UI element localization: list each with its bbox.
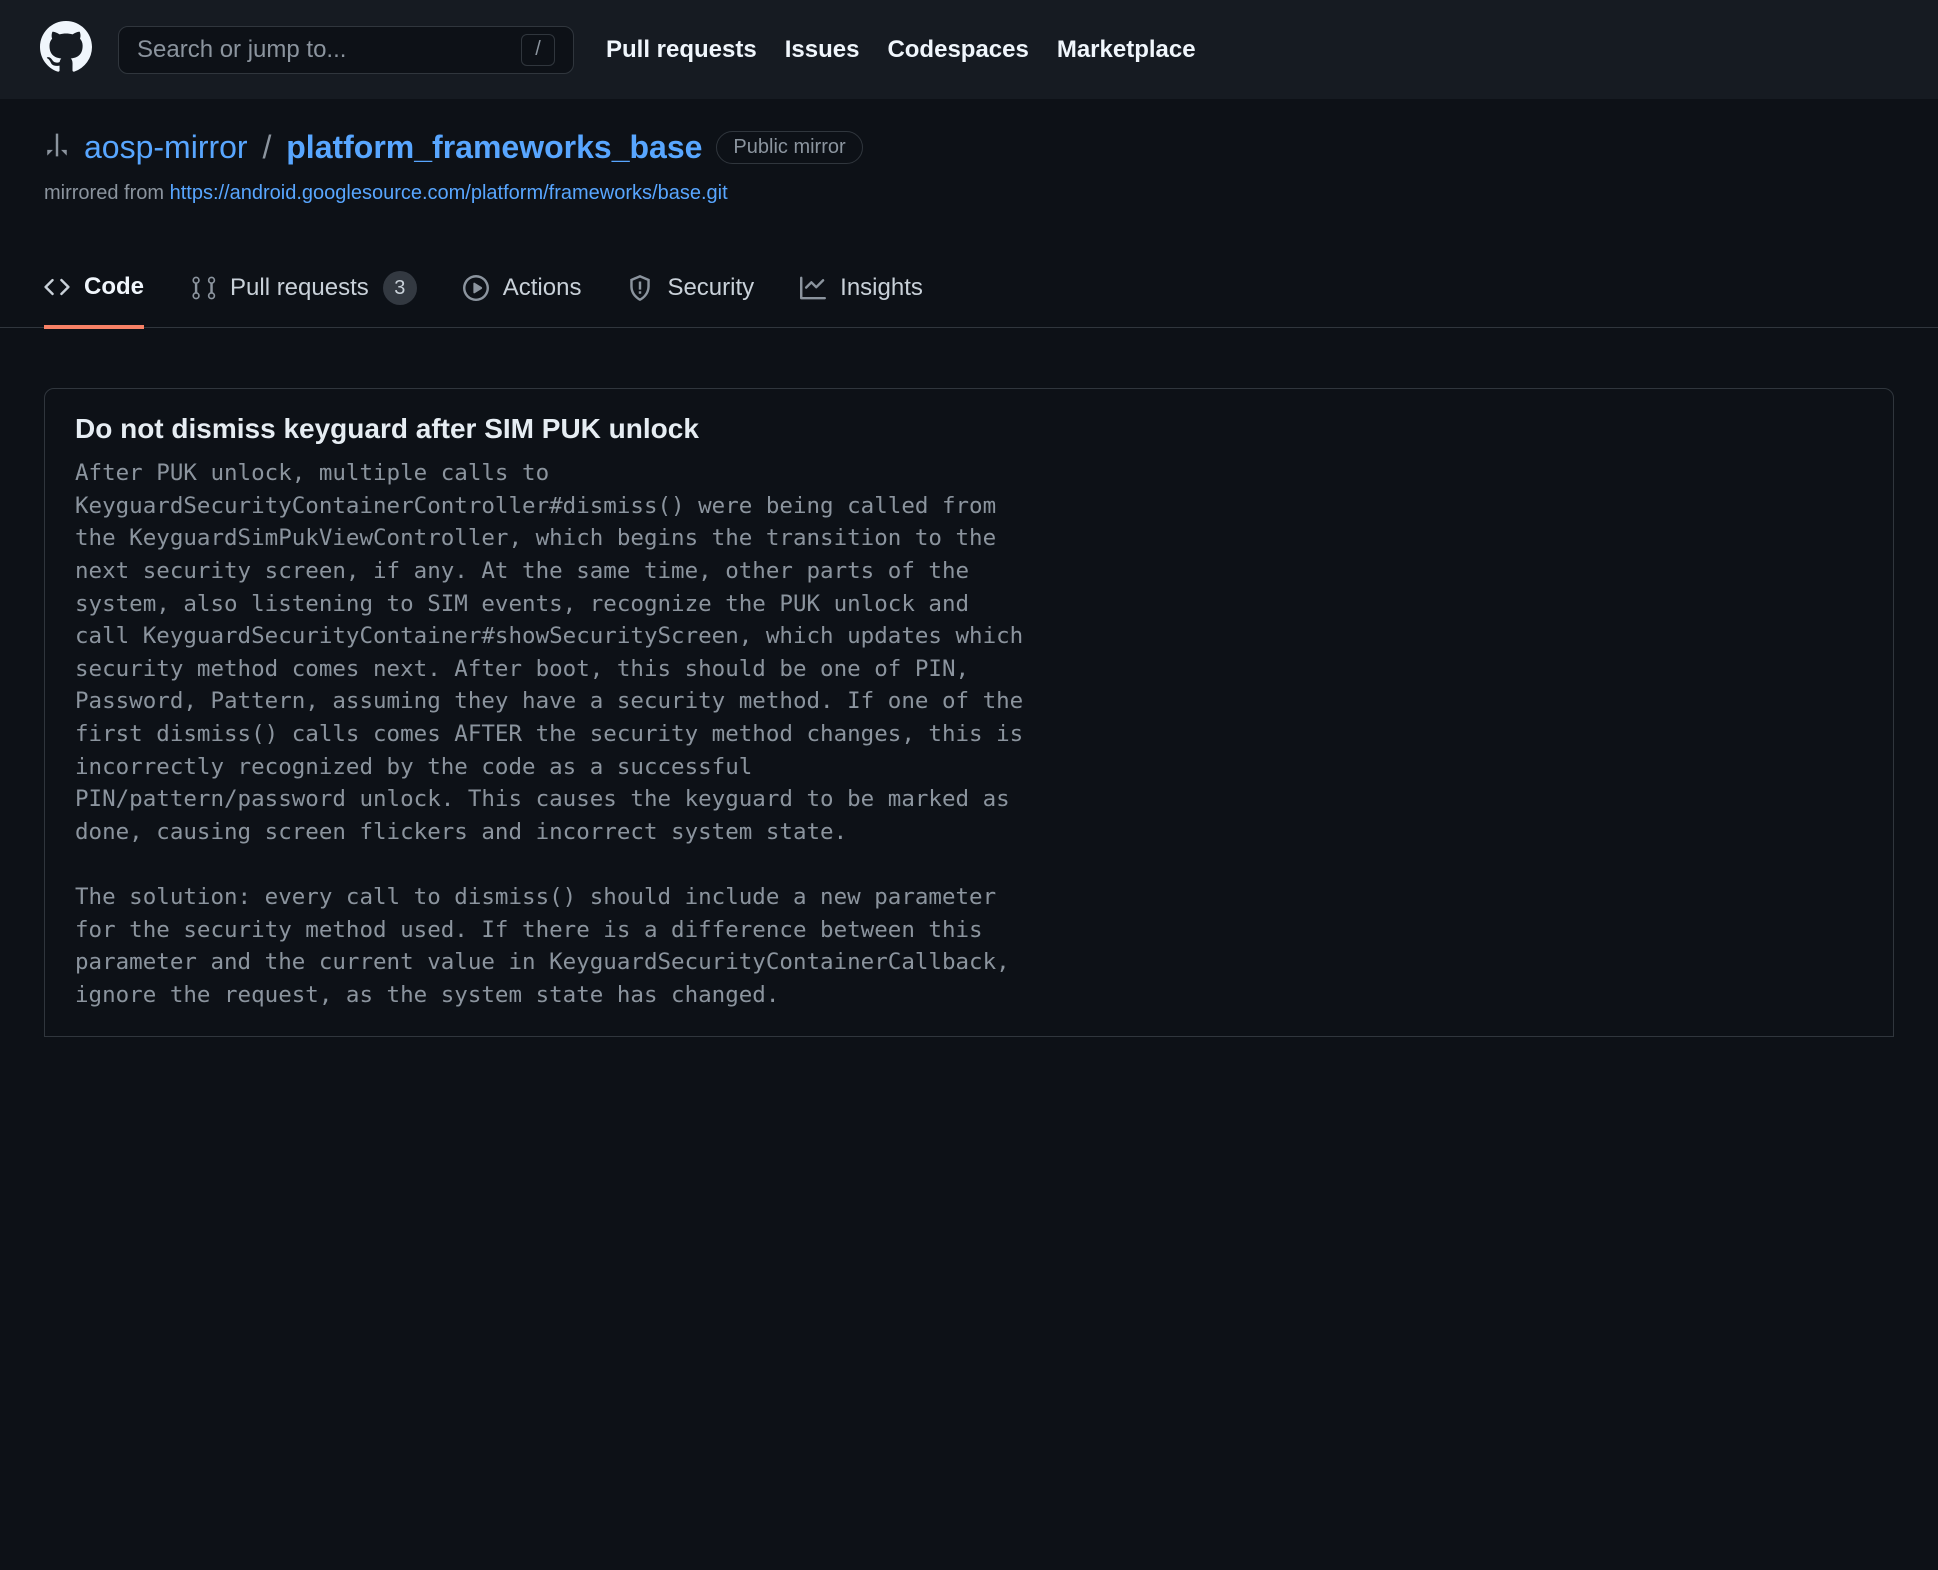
pull-request-icon — [190, 275, 216, 301]
repo-name-link[interactable]: platform_frameworks_base — [286, 129, 702, 165]
mirror-icon — [44, 132, 70, 163]
nav-pull-requests[interactable]: Pull requests — [606, 36, 757, 64]
nav-marketplace[interactable]: Marketplace — [1057, 36, 1196, 64]
repo-header: aosp-mirror / platform_frameworks_base P… — [0, 99, 1938, 205]
repo-title-row: aosp-mirror / platform_frameworks_base P… — [44, 129, 1894, 166]
search-placeholder: Search or jump to... — [137, 36, 346, 64]
search-hotkey: / — [521, 34, 555, 66]
pulls-counter: 3 — [383, 271, 417, 305]
nav-issues[interactable]: Issues — [785, 36, 860, 64]
tab-code[interactable]: Code — [44, 257, 144, 329]
global-nav: Pull requests Issues Codespaces Marketpl… — [606, 36, 1196, 64]
code-icon — [44, 274, 70, 300]
play-icon — [463, 275, 489, 301]
repo-tabs: Code Pull requests 3 Actions Security In… — [0, 257, 1938, 328]
global-header: Search or jump to... / Pull requests Iss… — [0, 0, 1938, 99]
tab-security[interactable]: Security — [627, 257, 754, 327]
tab-security-label: Security — [667, 274, 754, 302]
visibility-badge: Public mirror — [716, 131, 862, 164]
commit-details: Do not dismiss keyguard after SIM PUK un… — [44, 388, 1894, 1037]
mirror-info: mirrored from https://android.googlesour… — [44, 182, 1894, 205]
commit-body: After PUK unlock, multiple calls to Keyg… — [75, 457, 1863, 1012]
graph-icon — [800, 275, 826, 301]
tab-actions-label: Actions — [503, 274, 582, 302]
github-logo[interactable] — [40, 21, 92, 78]
mirror-url-link[interactable]: https://android.googlesource.com/platfor… — [170, 182, 728, 204]
commit-title: Do not dismiss keyguard after SIM PUK un… — [75, 413, 1863, 445]
tab-pull-requests[interactable]: Pull requests 3 — [190, 257, 417, 327]
tab-code-label: Code — [84, 273, 144, 301]
repo-owner-link[interactable]: aosp-mirror — [84, 129, 248, 165]
repo-slash: / — [262, 129, 271, 165]
tab-pulls-label: Pull requests — [230, 274, 369, 302]
mirror-prefix: mirrored from — [44, 182, 170, 204]
shield-icon — [627, 275, 653, 301]
repo-title: aosp-mirror / platform_frameworks_base — [84, 129, 702, 166]
tab-insights[interactable]: Insights — [800, 257, 923, 327]
nav-codespaces[interactable]: Codespaces — [887, 36, 1028, 64]
tab-actions[interactable]: Actions — [463, 257, 582, 327]
tab-insights-label: Insights — [840, 274, 923, 302]
search-input[interactable]: Search or jump to... / — [118, 26, 574, 74]
